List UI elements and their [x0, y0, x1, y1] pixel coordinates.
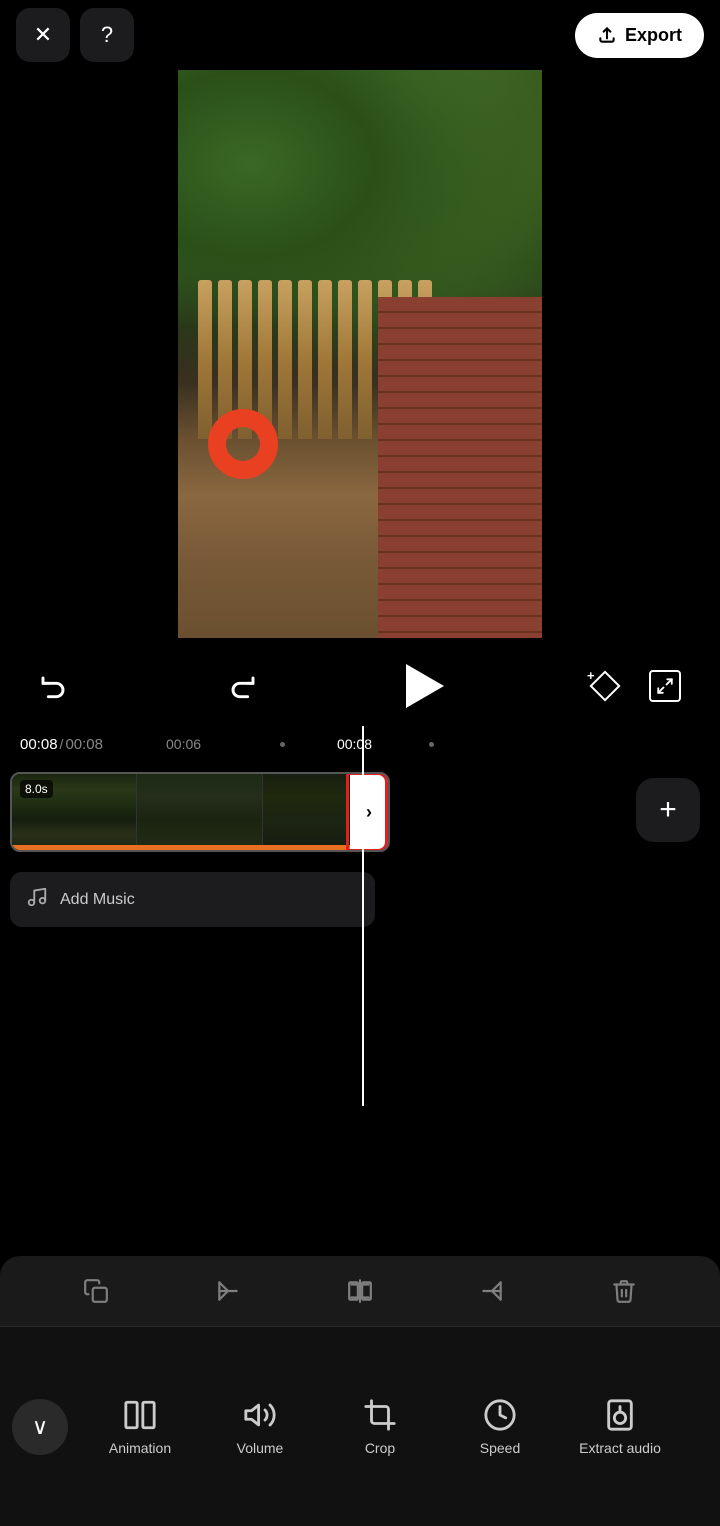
speed-label: Speed [480, 1440, 520, 1456]
undo-button[interactable] [30, 661, 80, 711]
fence-post [278, 280, 292, 439]
plus-icon: + [659, 793, 677, 827]
handle-chevron-icon: › [366, 802, 372, 823]
export-icon [597, 25, 617, 45]
track-duration-badge: 8.0s [20, 780, 53, 798]
timeline-timestamps: 00:08 / 00:08 00:06 00:08 [0, 726, 720, 762]
video-background [178, 70, 542, 638]
time-dot-2 [429, 742, 434, 747]
clip-tool-delete[interactable] [611, 1278, 637, 1304]
track-filmstrip [12, 774, 388, 850]
time-current: 00:08 [20, 736, 58, 753]
nav-item-extract-audio[interactable]: Extract audio [560, 1327, 680, 1526]
crop-icon [363, 1398, 397, 1432]
fence-post [358, 280, 372, 439]
collapse-button[interactable]: ∨ [12, 1399, 68, 1455]
chevron-down-icon: ∨ [32, 1414, 48, 1440]
split-icon [347, 1278, 373, 1304]
time-mid: 00:06 [166, 736, 201, 752]
redo-button[interactable] [216, 661, 266, 711]
keyframe-button[interactable]: + [580, 661, 630, 711]
right-controls: + [580, 661, 690, 711]
bottom-nav-row: ∨ Animation [0, 1327, 720, 1526]
video-canvas [178, 70, 542, 638]
clip-toolbar [0, 1256, 720, 1326]
close-icon: ✕ [34, 22, 52, 48]
fullscreen-icon [649, 670, 681, 702]
animation-icon [123, 1398, 157, 1432]
clip-tool-copy[interactable] [83, 1278, 109, 1304]
video-preview [178, 70, 542, 638]
clip-tool-split[interactable] [347, 1278, 373, 1304]
animation-label: Animation [109, 1440, 171, 1456]
add-music-label: Add Music [60, 891, 135, 909]
track-end-handle[interactable]: › [350, 774, 388, 850]
playhead [362, 726, 364, 1106]
nav-item-crop[interactable]: Crop [320, 1327, 440, 1526]
track-progress-bar [12, 845, 350, 850]
fence-post [318, 280, 332, 439]
export-label: Export [625, 25, 682, 46]
time-right: 00:08 [337, 736, 372, 752]
crop-label: Crop [365, 1440, 395, 1456]
fence-post [198, 280, 212, 439]
fullscreen-button[interactable] [640, 661, 690, 711]
time-dot-1 [280, 742, 285, 747]
add-music-button[interactable]: Add Music [10, 872, 375, 927]
time-separator: / [60, 736, 64, 752]
playback-controls: + [0, 646, 720, 726]
life-ring [208, 409, 278, 479]
nav-item-animation[interactable]: Animation [80, 1327, 200, 1526]
fence-post [338, 280, 352, 439]
clip-tool-trim-left[interactable] [215, 1278, 241, 1304]
brick-wall [378, 297, 542, 638]
fence-post [298, 280, 312, 439]
volume-label: Volume [237, 1440, 284, 1456]
trim-left-icon [215, 1278, 241, 1304]
add-clip-button[interactable]: + [636, 778, 700, 842]
delete-icon [611, 1278, 637, 1304]
volume-icon [243, 1398, 277, 1432]
top-bar: ✕ ? Export [0, 0, 720, 70]
nav-item-speed[interactable]: Speed [440, 1327, 560, 1526]
time-total: 00:08 [65, 736, 103, 753]
nav-collapse-section: ∨ [0, 1327, 80, 1526]
trim-right-icon [479, 1278, 505, 1304]
play-icon [406, 664, 444, 708]
speed-icon [483, 1398, 517, 1432]
music-icon [26, 886, 48, 914]
redo-icon [225, 670, 257, 702]
nav-item-volume[interactable]: Volume [200, 1327, 320, 1526]
help-button[interactable]: ? [80, 8, 134, 62]
undo-icon [39, 670, 71, 702]
play-button[interactable] [401, 664, 444, 708]
nav-items-list: Animation Volume [80, 1327, 720, 1526]
filmstrip-segment-2 [137, 774, 262, 850]
video-track[interactable]: 8.0s › [10, 772, 390, 852]
close-button[interactable]: ✕ [16, 8, 70, 62]
top-bar-left: ✕ ? [16, 8, 134, 62]
export-button[interactable]: Export [575, 13, 704, 58]
bottom-nav: ∨ Animation [0, 1326, 720, 1526]
extract-audio-label: Extract audio [579, 1440, 661, 1456]
copy-icon [83, 1278, 109, 1304]
help-icon: ? [101, 22, 113, 48]
clip-tool-trim-right[interactable] [479, 1278, 505, 1304]
extract-audio-icon [603, 1398, 637, 1432]
